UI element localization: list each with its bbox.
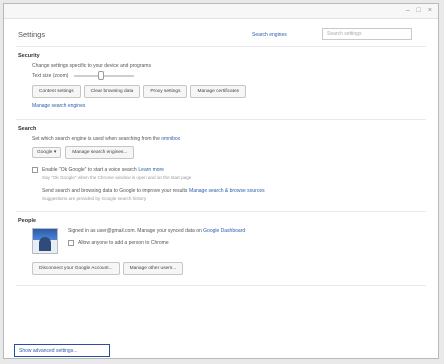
proxy-settings-button[interactable]: Proxy settings: [143, 85, 188, 98]
zoom-label: Text size (zoom): [32, 73, 69, 79]
section-title-security: Security: [18, 53, 40, 59]
window-controls: – □ ×: [406, 7, 432, 14]
page-title: Settings: [18, 30, 46, 39]
zoom-slider-thumb[interactable]: [98, 71, 105, 80]
disconnect-account-button[interactable]: Disconnect your Google Account...: [32, 262, 120, 275]
manage-users-button[interactable]: Manage other users...: [122, 262, 184, 275]
clear-browsing-data-button[interactable]: Clear browsing data: [83, 85, 141, 98]
security-description: Change settings specific to your device …: [32, 63, 151, 69]
content-settings-button[interactable]: Content settings: [32, 85, 81, 98]
manage-search-engines-link[interactable]: Manage search engines: [32, 103, 85, 109]
avatar[interactable]: [32, 228, 58, 254]
search-description-text: Set which search engine is used when sea…: [32, 136, 160, 142]
people-info: Signed in as user@gmail.com. Manage your…: [68, 228, 245, 246]
manage-certificates-button[interactable]: Manage certificates: [190, 85, 247, 98]
minimize-icon[interactable]: –: [406, 7, 410, 14]
search-description: Set which search engine is used when sea…: [32, 136, 426, 142]
allow-add-person-checkbox[interactable]: [68, 240, 74, 246]
divider: [16, 211, 426, 212]
people-checkbox-row: Allow anyone to add a person to Chrome: [68, 240, 245, 246]
ok-google-sub: Say "Ok Google" when the Chrome window i…: [42, 175, 192, 180]
maximize-icon[interactable]: □: [417, 7, 421, 14]
settings-header: Settings Search engines Search settings: [16, 22, 426, 46]
search-data-row: Send search and browsing data to Google …: [42, 188, 426, 194]
divider: [16, 119, 426, 120]
settings-content: Settings Search engines Search settings …: [16, 22, 426, 358]
learn-more-link[interactable]: Learn more: [138, 167, 164, 173]
zoom-row: Text size (zoom): [32, 71, 426, 80]
search-input[interactable]: Search settings: [322, 28, 412, 40]
people-description-text: Signed in as user@gmail.com. Manage your…: [68, 228, 202, 234]
section-title-people: People: [18, 218, 37, 224]
omnibox-link[interactable]: omnibox: [161, 136, 180, 142]
security-buttons: Content settings Clear browsing data Pro…: [32, 85, 426, 98]
search-engine-row: Google ▾ Manage search engines...: [32, 146, 426, 159]
manage-search-engines-button[interactable]: Manage search engines...: [65, 146, 135, 159]
people-row: Signed in as user@gmail.com. Manage your…: [32, 228, 426, 254]
people-buttons: Disconnect your Google Account... Manage…: [32, 262, 426, 275]
chevron-down-icon: ▾: [53, 150, 57, 155]
ok-google-checkbox[interactable]: [32, 167, 38, 173]
search-engine-value: Google: [37, 150, 53, 155]
zoom-slider[interactable]: [74, 71, 135, 80]
title-bar: – □ ×: [4, 4, 438, 19]
close-icon[interactable]: ×: [428, 7, 432, 14]
divider: [16, 285, 426, 286]
search-engine-select[interactable]: Google ▾: [32, 147, 62, 158]
people-section: People Signed in as user@gmail.com. Mana…: [16, 218, 426, 275]
search-data-label: Send search and browsing data to Google …: [42, 188, 188, 194]
show-advanced-settings-link[interactable]: Show advanced settings...: [14, 344, 110, 357]
ok-google-label: Enable "Ok Google" to start a voice sear…: [42, 167, 137, 173]
manage-sources-link[interactable]: Manage search & browse sources: [189, 188, 265, 194]
search-section: Search Set which search engine is used w…: [16, 126, 426, 201]
search-data-sub: Suggestions are provided by Google searc…: [42, 196, 147, 201]
ok-google-row: Enable "Ok Google" to start a voice sear…: [32, 167, 426, 173]
allow-add-person-label: Allow anyone to add a person to Chrome: [78, 240, 169, 246]
settings-window: – □ × Settings Search engines Search set…: [3, 3, 439, 359]
security-section: Security Change settings specific to you…: [16, 53, 426, 109]
search-engines-link[interactable]: Search engines: [252, 32, 287, 38]
people-description: Signed in as user@gmail.com. Manage your…: [68, 228, 245, 234]
divider: [16, 46, 426, 47]
section-title-search: Search: [18, 126, 37, 132]
dashboard-link[interactable]: Google Dashboard: [203, 228, 245, 234]
security-link-row: Manage search engines: [32, 103, 426, 109]
